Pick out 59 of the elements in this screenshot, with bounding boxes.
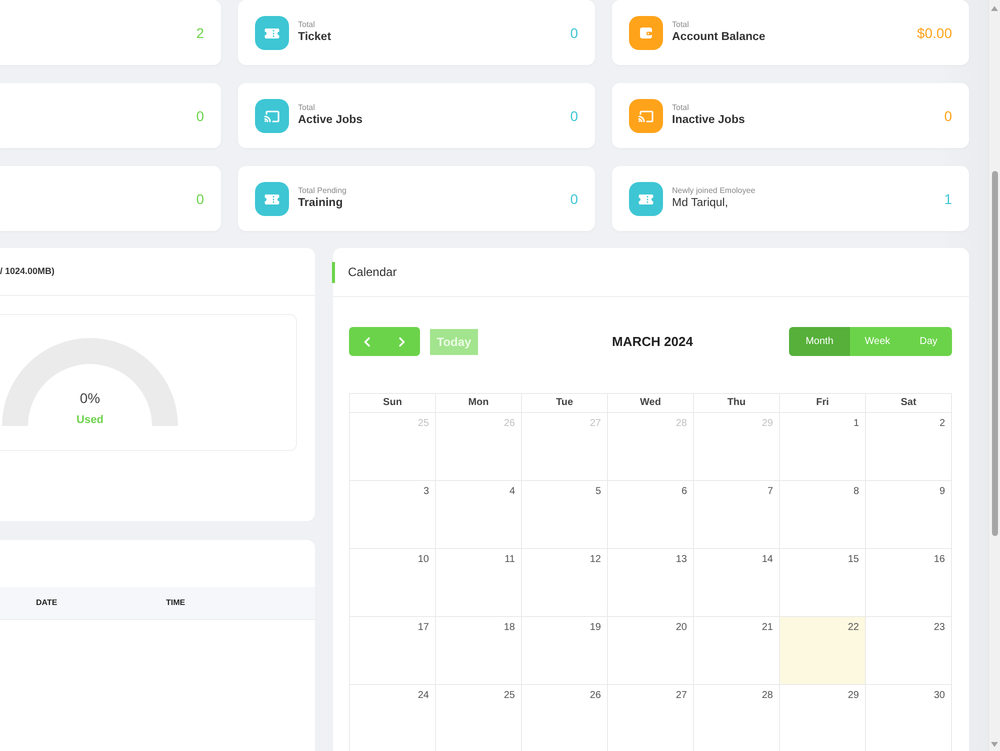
day-cell[interactable]: 18 xyxy=(436,617,522,685)
usage-label: Used xyxy=(76,413,104,427)
stat-value: 0 xyxy=(570,108,578,122)
stat-label: Account Balance xyxy=(672,30,766,45)
stat-label: Active Jobs xyxy=(298,112,363,128)
day-cell[interactable]: 12 xyxy=(522,549,608,617)
chevron-left-icon xyxy=(362,336,371,346)
scroll-up-icon[interactable] xyxy=(991,6,998,11)
stat-label: Md Tariqul, xyxy=(672,196,730,211)
day-cell[interactable]: 5 xyxy=(522,481,608,549)
stat-caption: Newly joined Emoloyee xyxy=(672,186,756,196)
calendar-heading: MARCH 2024 xyxy=(611,332,694,351)
chevron-right-icon xyxy=(398,336,406,346)
next-button[interactable] xyxy=(384,327,420,356)
stat-caption: Total xyxy=(672,20,690,30)
day-cell[interactable]: 20 xyxy=(608,617,694,685)
stat-caption: Total xyxy=(298,102,316,113)
column-header: TIME xyxy=(166,597,186,609)
day-cell[interactable]: 9 xyxy=(866,481,952,549)
stat-value: 0 xyxy=(196,108,204,122)
day-cell[interactable]: 21 xyxy=(694,617,780,685)
scrollbar-thumb[interactable] xyxy=(992,171,998,536)
day-cell[interactable]: 7 xyxy=(694,481,780,549)
stat-caption: Total xyxy=(672,102,690,113)
stat-caption: Total xyxy=(298,20,316,30)
day-cell[interactable]: 15 xyxy=(780,549,866,617)
day-cell[interactable]: 17 xyxy=(350,617,436,685)
column-header: DATE xyxy=(36,597,58,609)
day-cell[interactable]: 2 xyxy=(866,413,952,481)
day-cell[interactable]: 3 xyxy=(350,481,436,549)
calendar-title: Calendar xyxy=(332,262,397,282)
stat-value: 2 xyxy=(196,26,204,40)
stat-value: 0 xyxy=(570,192,578,206)
storage-title: / 1024.00MB) xyxy=(0,264,55,278)
day-cell[interactable]: 6 xyxy=(608,481,694,549)
scroll-down-icon[interactable] xyxy=(991,742,998,747)
stat-value: 0 xyxy=(944,108,952,122)
stat-label: Ticket xyxy=(298,30,332,45)
stat-value: 0 xyxy=(196,192,204,206)
previous-button[interactable] xyxy=(349,327,384,356)
day-cell[interactable]: 23 xyxy=(866,617,952,685)
day-cell[interactable]: 22 xyxy=(780,617,866,685)
stat-value: 0 xyxy=(570,26,578,40)
stat-label: Training xyxy=(298,196,344,211)
scrollbar[interactable] xyxy=(988,0,1000,751)
stat-value: 1 xyxy=(944,192,952,206)
day-cell[interactable]: 14 xyxy=(694,549,780,617)
day-cell[interactable]: 1 xyxy=(780,413,866,481)
day-cell[interactable]: 4 xyxy=(436,481,522,549)
usage-percent: 0% xyxy=(80,389,100,407)
day-cell[interactable]: 13 xyxy=(608,549,694,617)
day-cell[interactable]: 11 xyxy=(436,549,522,617)
day-cell[interactable]: 19 xyxy=(522,617,608,685)
day-cell[interactable]: 10 xyxy=(350,549,436,617)
day-cell[interactable]: 8 xyxy=(780,481,866,549)
stat-label: Inactive Jobs xyxy=(672,112,745,128)
stat-value: $0.00 xyxy=(916,26,952,40)
stat-caption: Total Pending xyxy=(298,186,346,196)
day-cell[interactable]: 16 xyxy=(866,549,952,617)
